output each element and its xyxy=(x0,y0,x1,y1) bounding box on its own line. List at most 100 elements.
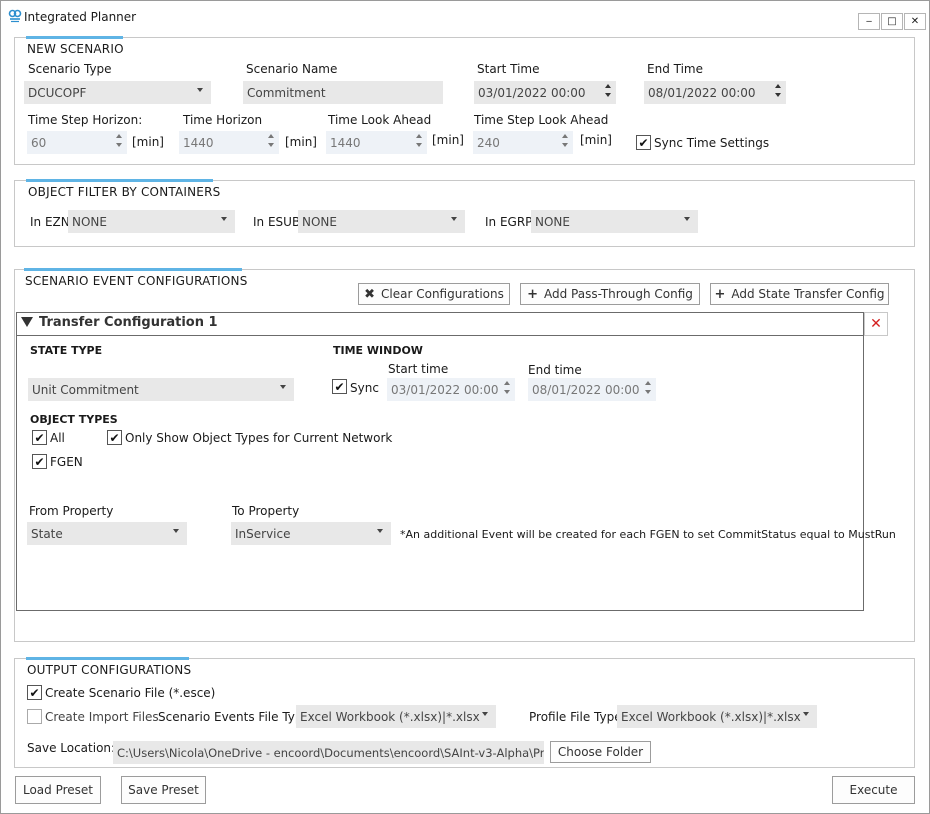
spin-up-icon xyxy=(605,84,611,88)
object-filter-title: OBJECT FILTER BY CONTAINERS xyxy=(28,185,221,199)
start-time-picker[interactable]: 03/01/2022 00:00 xyxy=(474,81,616,104)
only-show-current-network-checkbox[interactable]: ✔ xyxy=(107,430,122,445)
to-property-select[interactable]: InService xyxy=(231,522,391,545)
execute-button[interactable]: Execute xyxy=(832,776,915,804)
chevron-down-icon xyxy=(451,217,457,221)
clear-configurations-label: Clear Configurations xyxy=(381,287,504,301)
plus-icon: + xyxy=(527,286,538,302)
close-button[interactable]: ✕ xyxy=(904,13,926,30)
choose-folder-label: Choose Folder xyxy=(557,745,644,759)
unit-label: [min] xyxy=(285,135,317,149)
create-scenario-file-checkbox[interactable]: ✔ xyxy=(27,685,42,700)
save-location-label: Save Location: xyxy=(27,741,116,755)
maximize-button[interactable]: □ xyxy=(881,13,903,30)
time-step-look-ahead-input[interactable]: 240 xyxy=(473,131,573,154)
state-type-select[interactable]: Unit Commitment xyxy=(28,378,294,401)
ezn-label: In EZN xyxy=(30,215,70,229)
group-accent-bar xyxy=(26,179,213,182)
time-step-horizon-input[interactable]: 60 xyxy=(27,131,127,154)
additional-event-note: *An additional Event will be created for… xyxy=(400,528,896,541)
to-property-label: To Property xyxy=(232,504,300,518)
time-step-look-ahead-spinner[interactable] xyxy=(562,134,569,150)
state-type-value: Unit Commitment xyxy=(32,382,139,397)
fgen-checkbox[interactable]: ✔ xyxy=(32,454,47,469)
add-pass-through-config-label: Add Pass-Through Config xyxy=(543,287,693,301)
spin-up-icon xyxy=(504,381,510,385)
create-import-files-checkbox[interactable] xyxy=(27,709,42,724)
choose-folder-button[interactable]: Choose Folder xyxy=(550,741,651,763)
add-pass-through-config-button[interactable]: + Add Pass-Through Config xyxy=(520,283,700,305)
load-preset-button[interactable]: Load Preset xyxy=(15,776,101,804)
scenario-name-input[interactable]: Commitment xyxy=(243,81,443,104)
create-scenario-file-label: Create Scenario File (*.esce) xyxy=(45,686,216,700)
from-property-label: From Property xyxy=(29,504,114,518)
maximize-icon: □ xyxy=(887,16,897,27)
start-time-spinner[interactable] xyxy=(605,84,612,100)
state-type-label: STATE TYPE xyxy=(30,344,103,357)
tw-start-time-picker[interactable]: 03/01/2022 00:00 xyxy=(387,378,515,401)
save-preset-label: Save Preset xyxy=(128,783,199,797)
spin-up-icon xyxy=(562,134,568,138)
scenario-name-label: Scenario Name xyxy=(246,62,338,76)
esub-select[interactable]: NONE xyxy=(298,210,465,233)
scenario-type-select[interactable]: DCUCOPF xyxy=(24,81,211,104)
end-time-label: End Time xyxy=(647,62,703,76)
end-time-picker[interactable]: 08/01/2022 00:00 xyxy=(644,81,786,104)
chevron-down-icon xyxy=(280,385,286,389)
scenario-events-file-type-value: Excel Workbook (*.xlsx)|*.xlsx xyxy=(300,709,480,724)
time-look-ahead-spinner[interactable] xyxy=(416,134,423,150)
spin-down-icon xyxy=(416,143,422,147)
chevron-down-icon xyxy=(377,529,383,533)
scenario-events-file-type-select[interactable]: Excel Workbook (*.xlsx)|*.xlsx xyxy=(296,705,496,728)
time-look-ahead-input[interactable]: 1440 xyxy=(326,131,427,154)
sync-checkbox[interactable]: ✔ xyxy=(332,379,347,394)
tw-start-time-spinner[interactable] xyxy=(504,381,511,397)
save-location-value: C:\Users\Nicola\OneDrive - encoord\Docum… xyxy=(117,745,544,760)
chevron-down-icon xyxy=(803,712,809,716)
time-horizon-value: 1440 xyxy=(183,135,214,150)
spin-up-icon xyxy=(268,134,274,138)
tw-end-time-spinner[interactable] xyxy=(645,381,652,397)
close-icon: ✕ xyxy=(910,16,920,27)
spin-down-icon xyxy=(605,93,611,97)
delete-config-button[interactable]: ✕ xyxy=(864,312,888,336)
end-time-spinner[interactable] xyxy=(775,84,782,100)
chevron-down-icon xyxy=(482,712,488,716)
new-scenario-title: NEW SCENARIO xyxy=(27,42,124,56)
event-configurations-title: SCENARIO EVENT CONFIGURATIONS xyxy=(25,274,248,288)
time-step-horizon-spinner[interactable] xyxy=(116,134,123,150)
save-location-input[interactable]: C:\Users\Nicola\OneDrive - encoord\Docum… xyxy=(113,741,544,764)
time-step-look-ahead-label: Time Step Look Ahead xyxy=(474,113,609,127)
chevron-down-icon xyxy=(197,88,203,92)
tw-end-time-value: 08/01/2022 00:00 xyxy=(532,382,640,397)
from-property-select[interactable]: State xyxy=(27,522,187,545)
plus-icon: + xyxy=(714,286,726,302)
group-accent-bar xyxy=(24,268,242,271)
checkmark-icon: ✔ xyxy=(334,379,345,394)
egrp-select[interactable]: NONE xyxy=(531,210,698,233)
scenario-type-value: DCUCOPF xyxy=(28,85,87,100)
add-state-transfer-config-button[interactable]: + Add State Transfer Config xyxy=(710,283,889,305)
sync-label: Sync xyxy=(350,381,379,395)
spin-down-icon xyxy=(116,143,122,147)
start-time-label: Start Time xyxy=(477,62,540,76)
chevron-down-icon xyxy=(684,217,690,221)
time-horizon-input[interactable]: 1440 xyxy=(179,131,279,154)
collapse-triangle-icon[interactable] xyxy=(20,316,34,331)
egrp-label: In EGRP xyxy=(485,215,533,229)
save-preset-button[interactable]: Save Preset xyxy=(121,776,206,804)
profile-file-type-select[interactable]: Excel Workbook (*.xlsx)|*.xlsx xyxy=(617,705,817,728)
time-step-look-ahead-value: 240 xyxy=(477,135,500,150)
time-horizon-spinner[interactable] xyxy=(268,134,275,150)
ezn-select[interactable]: NONE xyxy=(68,210,235,233)
transfer-config-title: Transfer Configuration 1 xyxy=(39,315,218,330)
window-title: Integrated Planner xyxy=(24,10,137,24)
clear-x-icon: ✖ xyxy=(364,286,376,302)
all-checkbox[interactable]: ✔ xyxy=(32,430,47,445)
spin-up-icon xyxy=(775,84,781,88)
clear-configurations-button[interactable]: ✖ Clear Configurations xyxy=(358,283,510,305)
minimize-button[interactable]: ‒ xyxy=(858,13,880,30)
sync-time-settings-checkbox[interactable]: ✔ xyxy=(636,135,651,150)
spin-up-icon xyxy=(416,134,422,138)
tw-end-time-picker[interactable]: 08/01/2022 00:00 xyxy=(528,378,656,401)
